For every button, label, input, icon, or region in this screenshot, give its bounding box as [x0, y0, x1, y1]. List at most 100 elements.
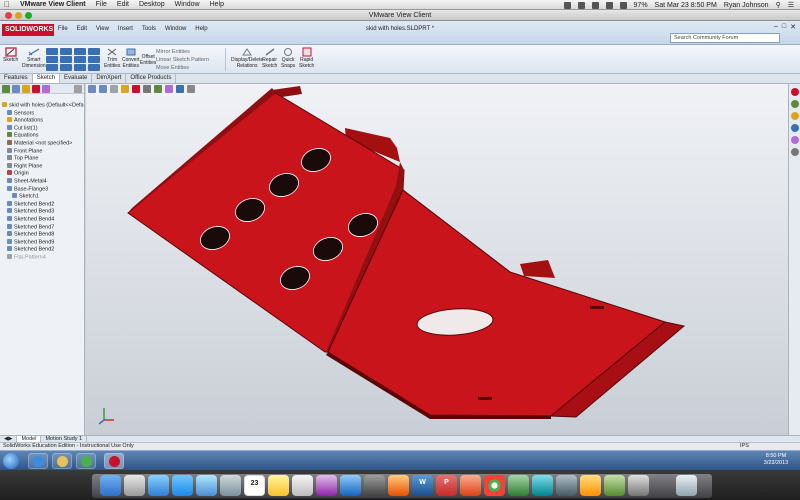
- ellipse-icon[interactable]: [74, 56, 86, 63]
- spotify-icon[interactable]: [508, 475, 529, 496]
- apple-menu-icon[interactable]: : [4, 0, 12, 9]
- close-icon[interactable]: ✕: [790, 23, 796, 31]
- tree-item[interactable]: Sketched Bend9: [0, 238, 84, 247]
- taskbar-clock[interactable]: 8:50 PM 3/23/2013: [754, 453, 798, 467]
- tree-item[interactable]: Sketched Bend3: [0, 208, 84, 216]
- units-indicator[interactable]: IPS: [740, 443, 749, 450]
- tree-item[interactable]: Top Plane: [0, 155, 84, 163]
- solidworks-logo[interactable]: SOLIDWORKS: [2, 24, 54, 36]
- part-model[interactable]: [86, 84, 788, 435]
- design-library-icon[interactable]: [791, 100, 799, 108]
- tree-item[interactable]: Origin: [0, 170, 84, 178]
- menu-help[interactable]: Help: [195, 26, 207, 32]
- vmware-fusion-icon[interactable]: [388, 475, 409, 496]
- repair-sketch-button[interactable]: Repair Sketch: [262, 47, 277, 69]
- notes-icon[interactable]: [268, 475, 289, 496]
- tab-dimxpert[interactable]: DimXpert: [92, 74, 127, 83]
- menu-insert[interactable]: Insert: [118, 26, 133, 32]
- tree-item[interactable]: Sheet-Metal4: [0, 177, 84, 186]
- tree-item[interactable]: Flat-Pattern4: [0, 253, 84, 262]
- plane-icon[interactable]: [88, 64, 100, 71]
- fillet-icon[interactable]: [88, 56, 100, 63]
- minimize-window-button[interactable]: [15, 12, 22, 19]
- dimxpert-icon[interactable]: [32, 85, 40, 93]
- tab-sketch[interactable]: Sketch: [32, 74, 61, 83]
- point-icon[interactable]: [60, 64, 72, 71]
- preview-icon[interactable]: [604, 475, 625, 496]
- menu-file[interactable]: File: [58, 26, 68, 32]
- menubar-file[interactable]: File: [96, 1, 107, 8]
- tree-item[interactable]: Equations: [0, 132, 84, 140]
- close-window-button[interactable]: [5, 12, 12, 19]
- spline-icon[interactable]: [88, 48, 100, 55]
- convert-entities-button[interactable]: Convert Entities: [122, 47, 140, 69]
- app-store-icon[interactable]: [340, 475, 361, 496]
- tree-item[interactable]: Sketched Bend4: [0, 215, 84, 224]
- arc-icon[interactable]: [74, 48, 86, 55]
- restore-icon[interactable]: □: [782, 23, 786, 31]
- itunes-icon[interactable]: [316, 475, 337, 496]
- tree-filter[interactable]: [0, 94, 84, 102]
- trash-icon[interactable]: [676, 475, 697, 496]
- menubar-clock[interactable]: Sat Mar 23 8:50 PM: [655, 2, 717, 9]
- chrome-icon[interactable]: [484, 475, 505, 496]
- calendar-icon[interactable]: 23: [244, 475, 265, 496]
- taskbar-solidworks[interactable]: [104, 453, 124, 469]
- taskbar-explorer[interactable]: [52, 453, 72, 469]
- move-entities[interactable]: Move Entities: [156, 64, 209, 72]
- menubar-app-name[interactable]: VMware View Client: [20, 1, 86, 8]
- minimize-icon[interactable]: –: [774, 23, 778, 31]
- powerpoint-icon[interactable]: P: [436, 475, 457, 496]
- circle-icon[interactable]: [60, 48, 72, 55]
- tab-evaluate[interactable]: Evaluate: [60, 74, 93, 83]
- launchpad-icon[interactable]: [124, 475, 145, 496]
- tree-item[interactable]: Base-Flange3: [0, 185, 84, 194]
- property-manager-icon[interactable]: [12, 85, 20, 93]
- battery-percent[interactable]: 97%: [634, 2, 648, 9]
- tree-item[interactable]: Sketched Bend2: [0, 246, 84, 254]
- rapid-sketch-button[interactable]: Rapid Sketch: [299, 47, 314, 69]
- custom-properties-icon[interactable]: [791, 148, 799, 156]
- configuration-icon[interactable]: [22, 85, 30, 93]
- graphics-area[interactable]: [86, 84, 788, 435]
- offset-entities-button[interactable]: Offset Entities: [140, 54, 156, 66]
- tree-item[interactable]: skid with holes (Default<<Default>: [0, 102, 84, 110]
- tree-item[interactable]: Cut list(1): [0, 124, 84, 133]
- bluetooth-icon[interactable]: [591, 1, 599, 9]
- tree-item[interactable]: Right Plane: [0, 162, 84, 171]
- text-icon[interactable]: [74, 64, 86, 71]
- search-input[interactable]: Search Community Forum: [670, 33, 780, 43]
- menu-tools[interactable]: Tools: [142, 26, 156, 32]
- feature-tree-icon[interactable]: [2, 85, 10, 93]
- appearances-icon[interactable]: [791, 136, 799, 144]
- expand-panel-icon[interactable]: [74, 85, 82, 93]
- menubar-edit[interactable]: Edit: [117, 1, 129, 8]
- mirror-entities[interactable]: Mirror Entities: [156, 48, 209, 56]
- tree-item[interactable]: Sketched Bend8: [0, 231, 84, 239]
- reminders-icon[interactable]: [292, 475, 313, 496]
- dropbox-icon[interactable]: [563, 1, 571, 9]
- notification-icon[interactable]: ☰: [788, 1, 794, 9]
- resources-icon[interactable]: [791, 88, 799, 96]
- menubar-window[interactable]: Window: [175, 1, 200, 8]
- display-manager-icon[interactable]: [42, 85, 50, 93]
- file-explorer-icon[interactable]: [791, 112, 799, 120]
- finder-icon[interactable]: [100, 475, 121, 496]
- menu-window[interactable]: Window: [165, 26, 186, 32]
- spotlight-icon[interactable]: ⚲: [776, 1, 781, 9]
- mail-icon[interactable]: [196, 475, 217, 496]
- tree-item[interactable]: Sketch1: [0, 193, 84, 201]
- system-preferences-icon[interactable]: [364, 475, 385, 496]
- sketch-button[interactable]: Sketch: [3, 47, 18, 64]
- start-button[interactable]: [3, 453, 19, 469]
- tree-item[interactable]: Annotations: [0, 117, 84, 125]
- firefox-icon[interactable]: [460, 475, 481, 496]
- contacts-icon[interactable]: [220, 475, 241, 496]
- zoom-window-button[interactable]: [25, 12, 32, 19]
- tree-item[interactable]: Sensors: [0, 109, 84, 118]
- volume-icon[interactable]: [619, 1, 627, 9]
- menubar-desktop[interactable]: Desktop: [139, 1, 165, 8]
- menu-view[interactable]: View: [96, 26, 109, 32]
- vmware-view-icon[interactable]: [556, 475, 577, 496]
- menubar-user[interactable]: Ryan Johnson: [724, 2, 769, 9]
